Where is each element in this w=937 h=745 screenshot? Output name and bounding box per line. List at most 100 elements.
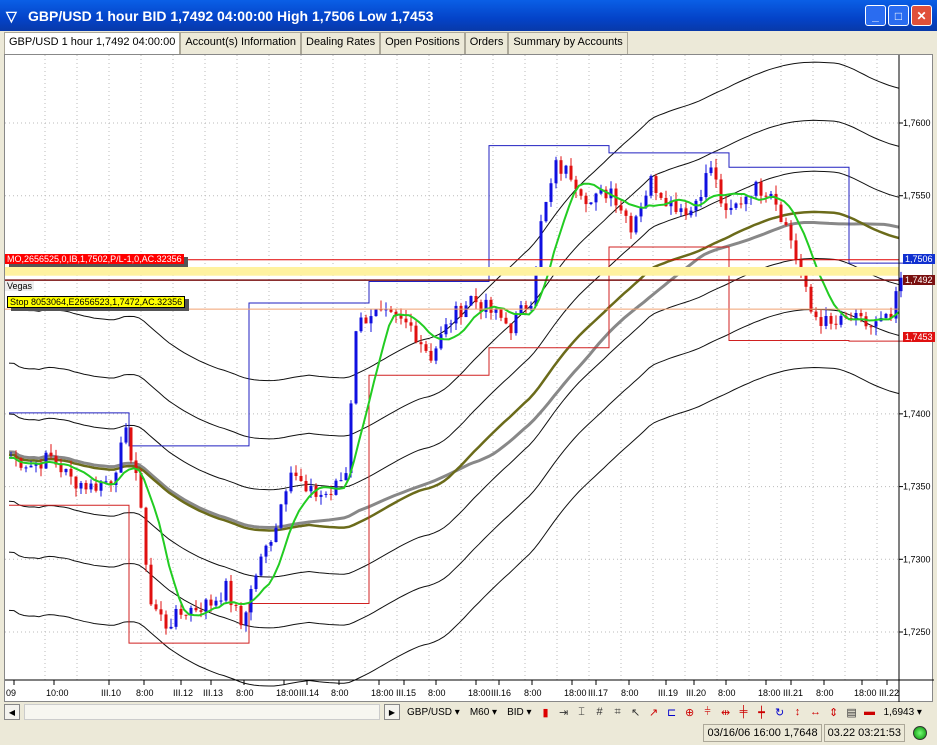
candle-body: [474, 296, 478, 303]
candle-body: [869, 326, 873, 328]
candle-body: [629, 215, 633, 233]
side-dropdown[interactable]: BID ▾: [504, 707, 534, 718]
candle-body: [404, 318, 408, 323]
reset-scale-icon[interactable]: ⇕: [827, 705, 841, 719]
time-tick-label: 8:00: [428, 688, 446, 698]
scroll-right-button[interactable]: ▶: [384, 704, 400, 720]
time-tick-label: 18:00: [276, 688, 299, 698]
color-icon[interactable]: ▬: [863, 705, 877, 719]
envelope-line: [8, 170, 900, 491]
candle-body: [554, 160, 558, 184]
time-tick-label: III.10: [101, 688, 121, 698]
candle-body: [754, 181, 758, 196]
symbol-dropdown[interactable]: GBP/USD ▾: [404, 707, 463, 718]
cursor-icon[interactable]: ↖: [629, 705, 643, 719]
title-bar: ▽ GBP/USD 1 hour BID 1,7492 04:00:00 Hig…: [0, 0, 937, 31]
candle-body: [234, 605, 238, 607]
candle-body: [164, 614, 168, 629]
minimize-button[interactable]: _: [865, 5, 886, 26]
cursor-time-text: 03/16/06 16:00: [707, 726, 781, 739]
period-dropdown[interactable]: M60 ▾: [467, 707, 500, 718]
horizontal-scrollbar[interactable]: [24, 704, 380, 720]
market-order-label[interactable]: MO,2656525,0,IB,1,7502,P/L-1,0,AC.32356: [5, 254, 184, 264]
autoscale-icon[interactable]: ⌶: [575, 705, 589, 719]
candle-body: [29, 465, 33, 468]
maximize-button[interactable]: □: [888, 5, 909, 26]
candle-body: [779, 204, 783, 223]
candle-type-icon[interactable]: ▮: [539, 705, 553, 719]
tab-summary-by-accounts[interactable]: Summary by Accounts: [508, 32, 628, 54]
candle-body: [624, 210, 628, 216]
candle-body: [764, 195, 768, 197]
candle-body: [389, 309, 393, 312]
time-tick-label: III.19: [658, 688, 678, 698]
candle-body: [519, 305, 523, 315]
refresh-icon[interactable]: ↻: [773, 705, 787, 719]
stop-order-label[interactable]: Stop 8053064,E2656523,1,7472,AC.32356: [7, 296, 186, 308]
candle-body: [64, 468, 68, 473]
candle-body: [44, 452, 48, 469]
channel-icon[interactable]: ⊏: [665, 705, 679, 719]
candle-body: [319, 494, 323, 497]
candle-body: [324, 493, 328, 495]
tab-orders[interactable]: Orders: [464, 32, 509, 54]
time-tick-label: III.22: [879, 688, 899, 698]
candle-body: [59, 464, 63, 473]
candle-body: [419, 342, 423, 345]
time-tick-label: III.16: [491, 688, 511, 698]
candle-body: [469, 296, 473, 306]
crosshair-icon[interactable]: ⌗: [611, 705, 625, 719]
horizontal-scale-icon[interactable]: ↔: [809, 705, 823, 719]
close-button[interactable]: ✕: [911, 5, 932, 26]
candle-body: [254, 575, 258, 590]
candle-body: [639, 207, 643, 217]
candle-body: [204, 599, 208, 612]
time-tick-label: 8:00: [136, 688, 154, 698]
levels-icon[interactable]: ╪: [737, 705, 751, 719]
candle-body: [804, 275, 808, 287]
candle-body: [79, 482, 83, 489]
properties-icon[interactable]: ▤: [845, 705, 859, 719]
time-tick-label: III.21: [783, 688, 803, 698]
candle-body: [439, 334, 443, 349]
tab-open-positions[interactable]: Open Positions: [380, 32, 465, 54]
candle-body: [529, 305, 533, 309]
candle-body: [409, 322, 413, 326]
price-chart[interactable]: 1,7600 1,7550 1,7400 1,7350 1,7300 1,7250 09 10…: [4, 54, 935, 703]
time-tick-label: 18:00: [371, 688, 394, 698]
shift-end-icon[interactable]: ⇥: [557, 705, 571, 719]
envelope-line: [8, 366, 900, 687]
candle-body: [154, 604, 158, 610]
hline-icon[interactable]: ┿: [755, 705, 769, 719]
zoom-in-icon[interactable]: ⊕: [683, 705, 697, 719]
candle-body: [84, 482, 88, 490]
candle-body: [594, 193, 598, 203]
candle-body: [329, 493, 333, 495]
fibonacci-icon[interactable]: ⫩: [701, 705, 715, 719]
tab-chart[interactable]: GBP/USD 1 hour 1,7492 04:00:00: [4, 32, 181, 54]
chart-canvas[interactable]: 1,7600 1,7550 1,7400 1,7350 1,7300 1,7250 09 10…: [5, 55, 934, 703]
time-tick-label: 18:00: [564, 688, 587, 698]
trendline-icon[interactable]: ↗: [647, 705, 661, 719]
scale-value-dropdown[interactable]: 1,6943 ▾: [881, 707, 925, 718]
scroll-left-button[interactable]: ◀: [4, 704, 20, 720]
candle-body: [504, 317, 508, 324]
candle-body: [294, 472, 298, 476]
candle-body: [649, 176, 653, 196]
candle-body: [699, 197, 703, 201]
tab-accounts-information[interactable]: Account(s) Information: [180, 32, 301, 54]
time-tick-label: III.12: [173, 688, 193, 698]
candle-body: [499, 309, 503, 318]
time-tick-label: 18:00: [468, 688, 491, 698]
candle-body: [829, 316, 833, 324]
candle-body: [359, 317, 363, 332]
grid-icon[interactable]: #: [593, 705, 607, 719]
tab-dealing-rates[interactable]: Dealing Rates: [301, 32, 381, 54]
time-tick-label: III.20: [686, 688, 706, 698]
candle-body: [714, 167, 718, 180]
vertical-scale-icon[interactable]: ↕: [791, 705, 805, 719]
time-tick-label: 8:00: [718, 688, 736, 698]
gann-icon[interactable]: ⇹: [719, 705, 733, 719]
server-time: 03.22 03:21:53: [823, 723, 905, 742]
price-tick-label: 1,7600: [903, 118, 931, 128]
